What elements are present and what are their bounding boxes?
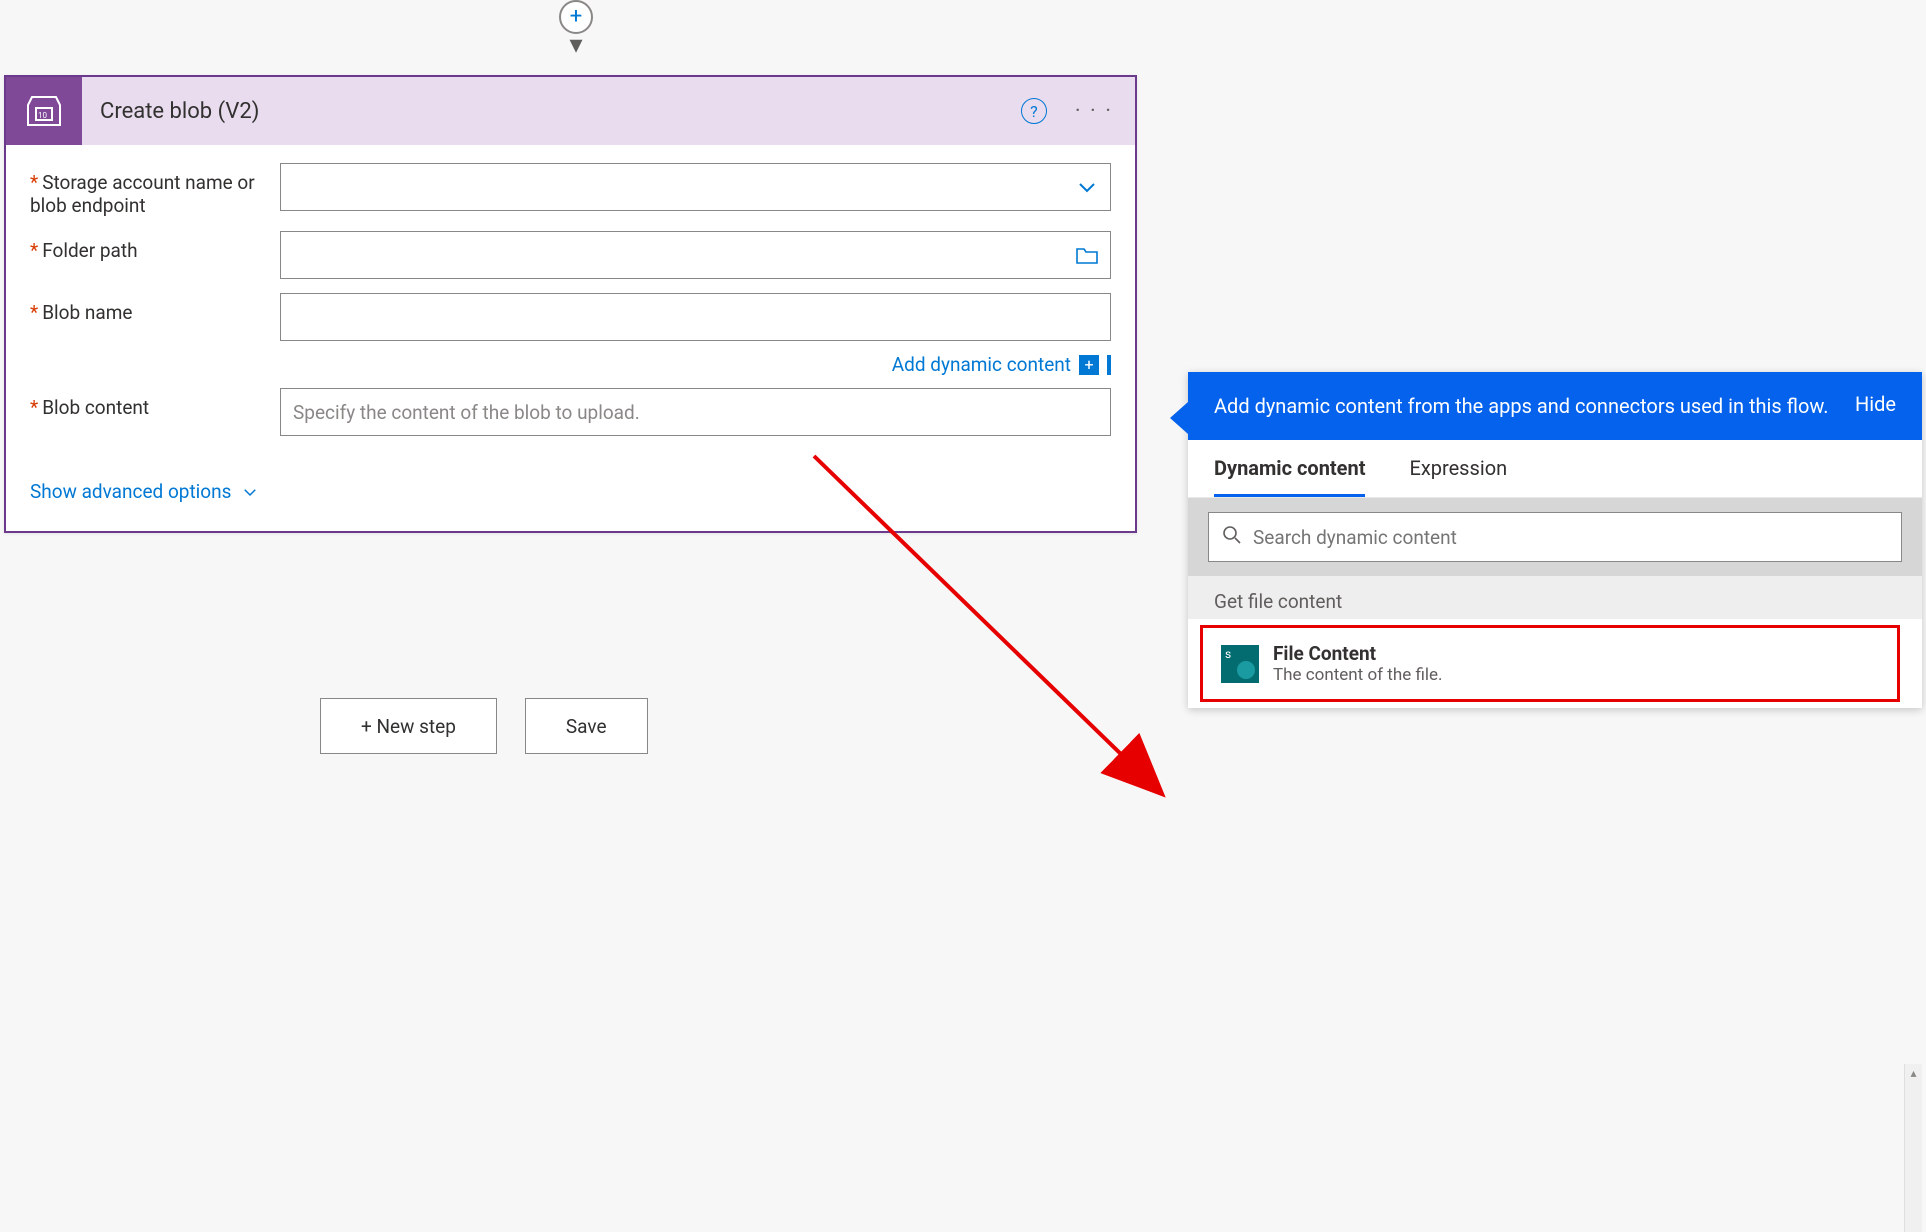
blob-content-input[interactable] (280, 388, 1111, 436)
search-icon (1222, 525, 1242, 549)
dynamic-content-bar-icon (1107, 355, 1111, 375)
sharepoint-icon (1221, 645, 1259, 683)
blob-storage-icon: 10 (6, 77, 82, 145)
help-icon[interactable]: ? (1021, 98, 1047, 124)
dynamic-item-file-content[interactable]: File Content The content of the file. (1200, 625, 1900, 702)
save-button[interactable]: Save (525, 698, 648, 754)
show-advanced-options-link[interactable]: Show advanced options (30, 480, 259, 503)
dynamic-panel-header: Add dynamic content from the apps and co… (1188, 372, 1922, 440)
create-blob-card: 10 Create blob (V2) ? · · · *Storage acc… (4, 75, 1137, 533)
dynamic-item-subtitle: The content of the file. (1273, 665, 1443, 685)
svg-text:10: 10 (38, 111, 47, 120)
dynamic-item-title: File Content (1273, 642, 1443, 665)
card-titlebar[interactable]: 10 Create blob (V2) ? · · · (6, 77, 1135, 145)
folder-path-label: *Folder path (30, 231, 280, 262)
blob-name-label: *Blob name (30, 293, 280, 324)
hide-panel-link[interactable]: Hide (1855, 392, 1896, 416)
folder-path-input[interactable] (280, 231, 1111, 279)
folder-picker-icon[interactable] (1075, 245, 1099, 265)
scroll-up-icon[interactable]: ▴ (1905, 1064, 1922, 1082)
step-connector: + ▾ (560, 0, 592, 65)
storage-account-dropdown[interactable] (280, 163, 1111, 211)
chevron-down-icon[interactable] (1075, 175, 1099, 199)
dynamic-content-panel: Add dynamic content from the apps and co… (1188, 372, 1922, 708)
blob-name-input[interactable] (280, 293, 1111, 341)
add-step-icon[interactable]: + (559, 0, 593, 34)
storage-account-label: *Storage account name or blob endpoint (30, 163, 280, 217)
dynamic-section-header: Get file content (1188, 576, 1922, 619)
plus-square-icon[interactable]: + (1079, 355, 1099, 375)
panel-scrollbar[interactable]: ▴ (1904, 1064, 1922, 1232)
card-title: Create blob (V2) (82, 99, 1021, 124)
new-step-button[interactable]: + New step (320, 698, 497, 754)
tab-dynamic-content[interactable]: Dynamic content (1214, 456, 1365, 497)
panel-caret-icon (1170, 402, 1188, 434)
dynamic-content-search-input[interactable] (1208, 512, 1902, 562)
arrow-down-icon: ▾ (569, 30, 582, 60)
tab-expression[interactable]: Expression (1409, 456, 1507, 497)
blob-content-label: *Blob content (30, 388, 280, 419)
add-dynamic-content-link[interactable]: Add dynamic content (892, 353, 1071, 376)
more-icon[interactable]: · · · (1069, 99, 1119, 124)
